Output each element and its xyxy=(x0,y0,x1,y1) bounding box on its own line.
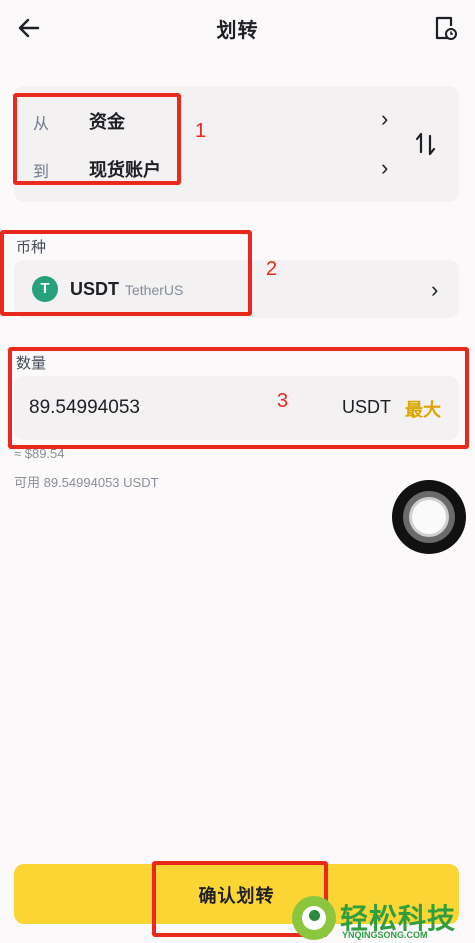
to-chevron-right-icon[interactable]: › xyxy=(381,155,388,181)
watermark-logo-icon xyxy=(292,896,336,940)
watermark-url: YNQINGSONG.COM xyxy=(342,930,428,940)
annotation-box-2 xyxy=(0,230,252,316)
annotation-box-1 xyxy=(13,93,181,185)
assistive-touch-button[interactable] xyxy=(392,480,466,554)
swap-accounts-icon[interactable] xyxy=(412,130,440,158)
available-balance: 可用 89.54994053 USDT xyxy=(14,475,159,490)
annotation-number-3: 3 xyxy=(277,390,289,412)
from-chevron-right-icon[interactable]: › xyxy=(381,106,388,132)
annotation-number-2: 2 xyxy=(266,258,278,280)
transfer-history-icon[interactable] xyxy=(432,14,458,42)
annotation-box-3 xyxy=(8,347,469,449)
annotation-number-1: 1 xyxy=(195,120,207,142)
coin-chevron-right-icon[interactable]: › xyxy=(431,277,438,303)
page-title: 划转 xyxy=(216,20,259,42)
